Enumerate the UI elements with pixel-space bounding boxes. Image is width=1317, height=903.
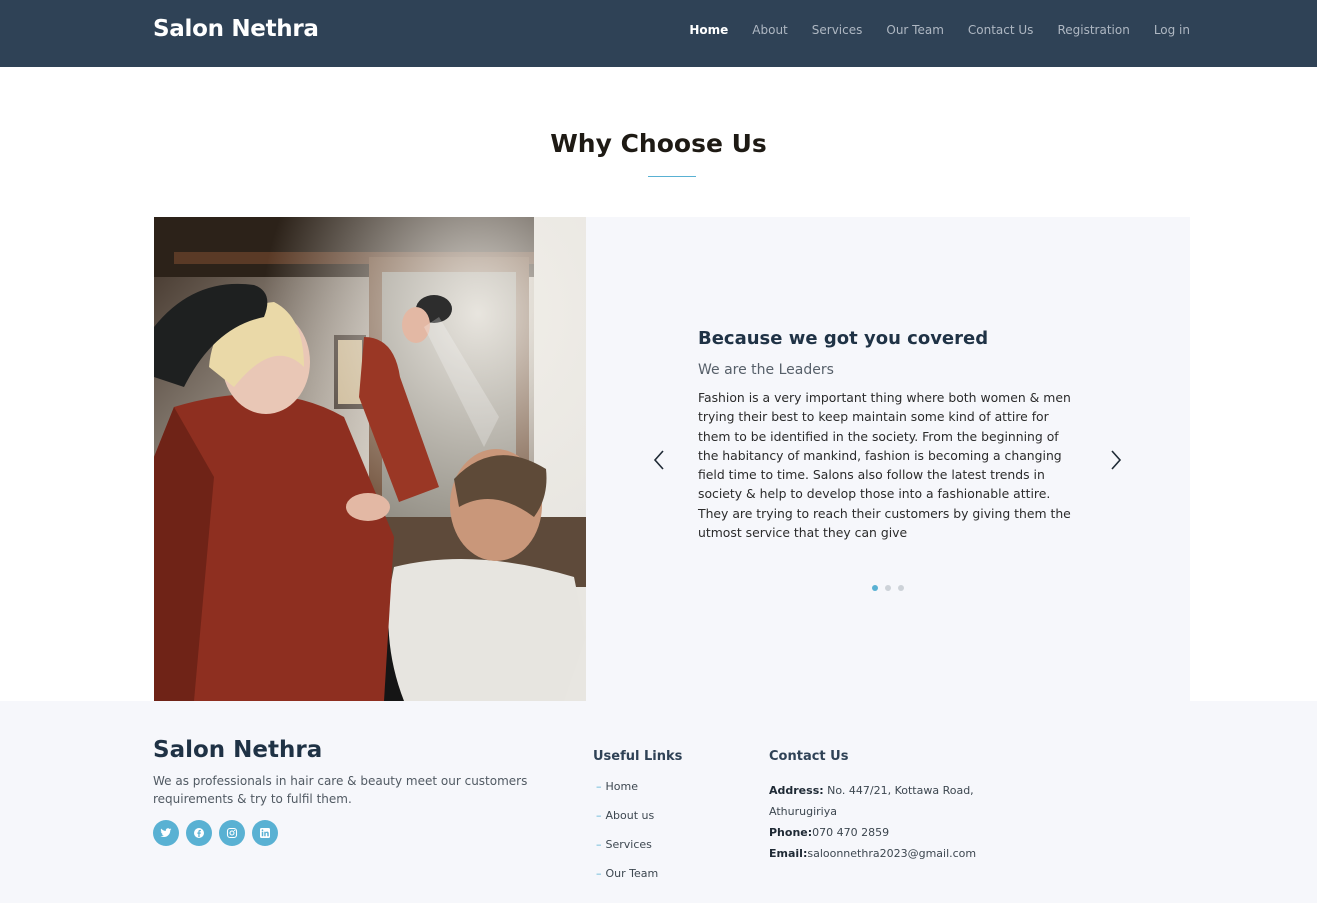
contact-email: Email:saloonnethra2023@gmail.com: [769, 843, 999, 864]
footer-link-our-team[interactable]: – Our Team: [596, 867, 658, 896]
twitter-icon: [160, 828, 172, 838]
footer-link-label: About us: [605, 809, 655, 822]
nav-home[interactable]: Home: [689, 23, 728, 37]
brand-logo[interactable]: Salon Nethra: [153, 16, 319, 42]
slide-title: Because we got you covered: [698, 328, 989, 349]
useful-links-list: – Home – About us – Services – Our Team: [596, 780, 658, 896]
social-links: [153, 820, 278, 846]
facebook-button[interactable]: [186, 820, 212, 846]
address-label: Address:: [769, 784, 824, 797]
nav-services[interactable]: Services: [812, 23, 863, 37]
dash-icon: –: [596, 780, 602, 793]
previous-slide-button[interactable]: [652, 449, 668, 471]
nav-contact-us[interactable]: Contact Us: [968, 23, 1034, 37]
footer-link-services[interactable]: – Services: [596, 838, 658, 867]
slide-content: Because we got you covered We are the Le…: [698, 328, 1078, 542]
chevron-right-icon: [1111, 450, 1122, 470]
footer-brand: Salon Nethra: [153, 737, 323, 763]
footer-link-label: Our Team: [605, 867, 659, 880]
twitter-button[interactable]: [153, 820, 179, 846]
facebook-icon: [194, 828, 204, 838]
main-nav: Home About Services Our Team Contact Us …: [665, 23, 1190, 37]
footer-link-home[interactable]: – Home: [596, 780, 658, 809]
nav-login[interactable]: Log in: [1154, 23, 1190, 37]
nav-registration[interactable]: Registration: [1057, 23, 1129, 37]
chevron-left-icon: [653, 450, 664, 470]
salon-photo: [154, 217, 586, 701]
footer-description: We as professionals in hair care & beaut…: [153, 774, 528, 806]
dash-icon: –: [596, 838, 602, 851]
footer-link-about-us[interactable]: – About us: [596, 809, 658, 838]
next-slide-button[interactable]: [1107, 449, 1123, 471]
linkedin-icon: [260, 828, 270, 838]
slider-dot-3[interactable]: [898, 585, 904, 591]
linkedin-button[interactable]: [252, 820, 278, 846]
slider-dot-1[interactable]: [872, 585, 878, 591]
footer: Salon Nethra We as professionals in hair…: [0, 701, 1317, 903]
title-underline: [648, 176, 696, 177]
slide-subtitle: We are the Leaders: [698, 362, 834, 378]
slide-text: Fashion is a very important thing where …: [698, 390, 1071, 541]
instagram-button[interactable]: [219, 820, 245, 846]
contact-address: Address: No. 447/21, Kottawa Road, Athur…: [769, 780, 999, 822]
phone-value: 070 470 2859: [812, 826, 890, 839]
section-title: Why Choose Us: [550, 129, 767, 158]
nav-about[interactable]: About: [752, 23, 787, 37]
slider-dot-2[interactable]: [885, 585, 891, 591]
navbar: Salon Nethra Home About Services Our Tea…: [0, 0, 1317, 67]
dash-icon: –: [596, 867, 602, 880]
nav-our-team[interactable]: Our Team: [886, 23, 944, 37]
instagram-icon: [226, 827, 238, 839]
footer-link-label: Services: [605, 838, 652, 851]
contact-phone: Phone:070 470 2859: [769, 822, 999, 843]
email-label: Email:: [769, 847, 808, 860]
contact-us-title: Contact Us: [769, 749, 849, 764]
useful-links-title: Useful Links: [593, 749, 683, 764]
slider-pagination: [872, 585, 904, 591]
dash-icon: –: [596, 809, 602, 822]
contact-info: Address: No. 447/21, Kottawa Road, Athur…: [769, 780, 999, 864]
footer-link-label: Home: [605, 780, 638, 793]
email-value[interactable]: saloonnethra2023@gmail.com: [807, 847, 976, 860]
phone-label: Phone:: [769, 826, 813, 839]
why-choose-us-panel: Because we got you covered We are the Le…: [154, 217, 1190, 701]
